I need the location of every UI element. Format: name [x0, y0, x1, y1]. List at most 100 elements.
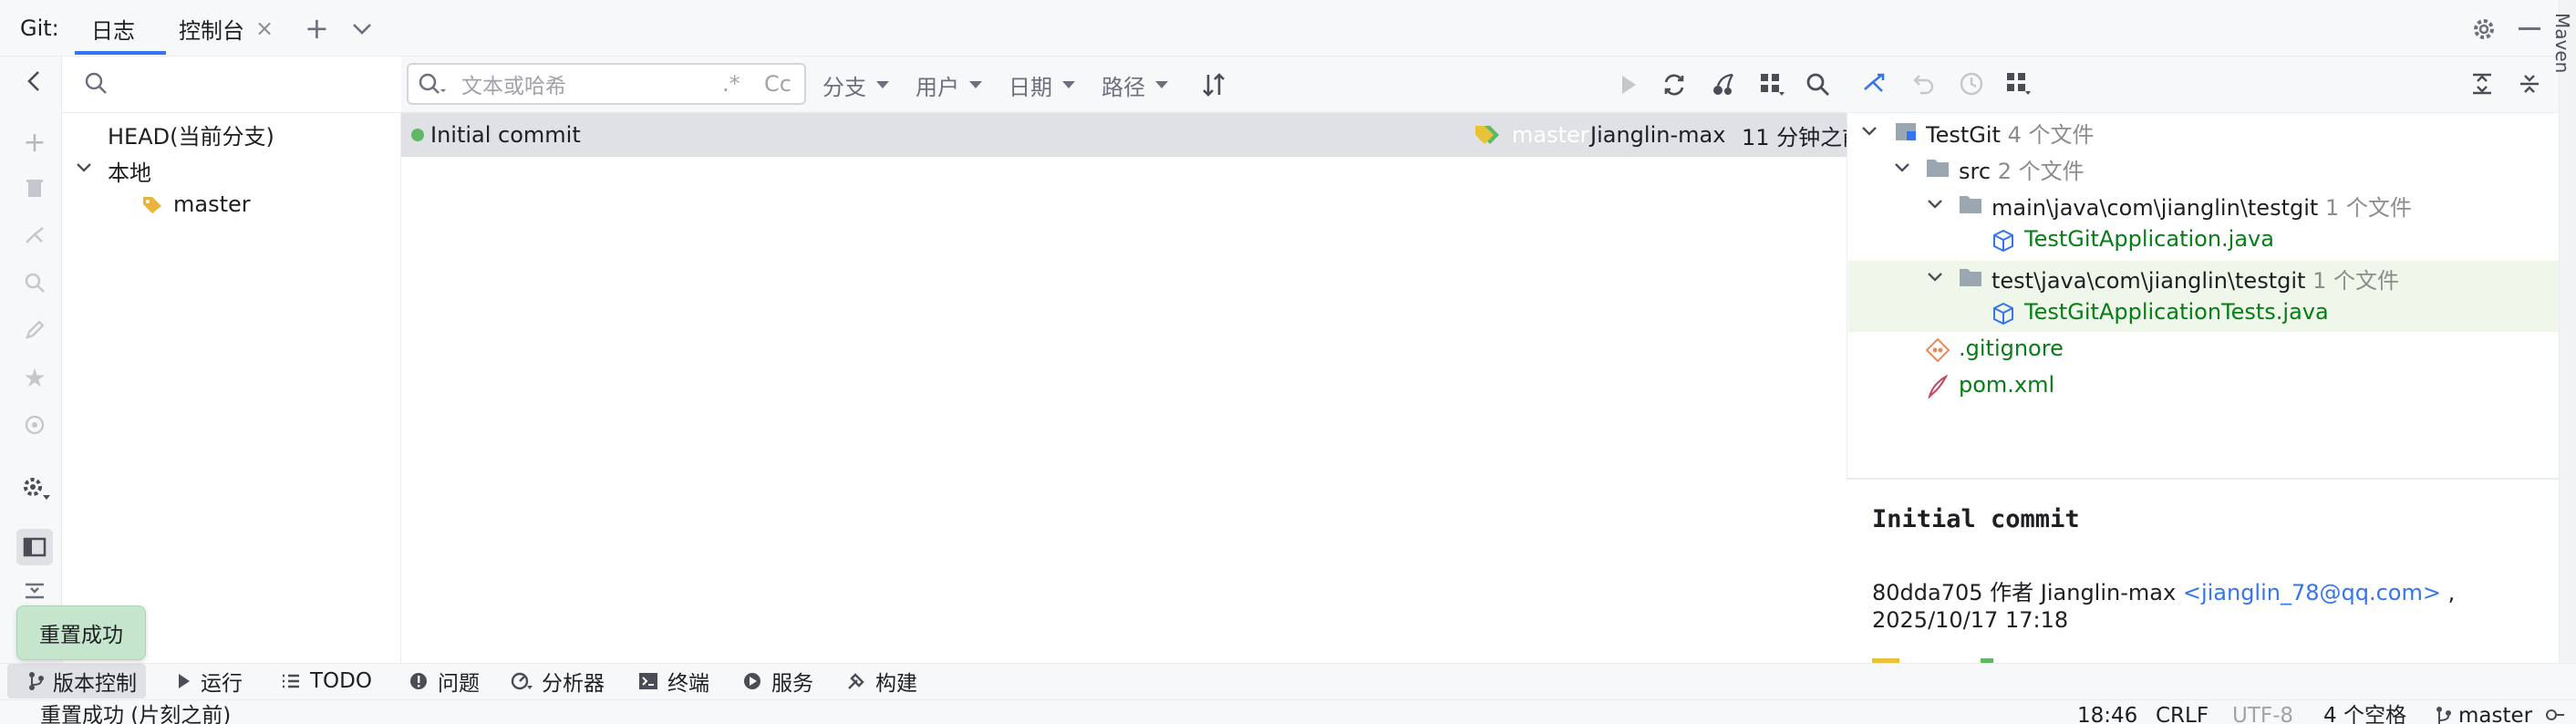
tree-src-count: 2 个文件 [1997, 159, 2085, 184]
expand-all-icon[interactable] [20, 576, 49, 605]
tab-console[interactable]: 控制台 [179, 0, 244, 57]
maven-tool-window-button[interactable]: Maven [2551, 13, 2573, 73]
status-branch[interactable]: master [2458, 704, 2532, 724]
status-message[interactable]: 重置成功 (片刻之前) [40, 704, 231, 724]
minimize-icon[interactable] [2519, 27, 2540, 30]
lock-icon[interactable] [2544, 708, 2568, 724]
tool-vcs-label: 版本控制 [53, 672, 137, 696]
commit-author: Jianglin-max [1590, 122, 1726, 148]
tool-problems-label: 问题 [438, 672, 480, 696]
tool-terminal[interactable]: 终端 [638, 663, 709, 699]
new-branch-icon[interactable]: + [22, 127, 47, 159]
tree-test-dir[interactable]: test\java\com\jianglin\testgit 1 个文件 [1991, 263, 2399, 295]
tool-build[interactable]: 构建 [846, 663, 917, 699]
show-diff-icon[interactable] [1860, 69, 1889, 98]
tree-root[interactable]: TestGit 4 个文件 [1926, 117, 2094, 149]
tree-main-dir[interactable]: main\java\com\jianglin\testgit 1 个文件 [1991, 190, 2412, 222]
search-history-icon[interactable] [416, 70, 449, 98]
trash-icon[interactable] [22, 175, 47, 201]
collapse-left-icon[interactable] [20, 67, 47, 95]
tree-test-file[interactable]: TestGitApplicationTests.java [2024, 299, 2329, 325]
commit-time: 11 分钟之前 [1742, 124, 1847, 150]
tree-main-file[interactable]: TestGitApplication.java [2024, 226, 2274, 252]
tree-main-dir-count: 1 个文件 [2324, 195, 2412, 221]
filter-path[interactable]: 路径 [1102, 57, 1169, 113]
filter-date-label: 日期 [1009, 74, 1052, 100]
history-icon[interactable] [1957, 69, 1986, 98]
chevron-down-icon[interactable] [1858, 120, 1880, 142]
branch-group-local[interactable]: 本地 [108, 155, 151, 187]
chevron-down-icon[interactable] [1924, 193, 1946, 215]
filter-branch[interactable]: 分支 [822, 57, 890, 113]
filter-path-label: 路径 [1102, 74, 1145, 100]
tool-services-label: 服务 [771, 672, 813, 696]
tree-pom[interactable]: pom.xml [1959, 372, 2054, 398]
log-search-placeholder: 文本或哈希 [461, 75, 566, 98]
edit-icon[interactable] [22, 317, 47, 343]
chevron-down-icon[interactable] [348, 16, 376, 43]
search-icon[interactable] [1804, 70, 1833, 99]
merge-icon[interactable] [22, 222, 47, 248]
tree-gitignore[interactable]: .gitignore [1959, 336, 2064, 361]
regex-toggle[interactable]: .* [722, 67, 740, 100]
star-icon[interactable]: ★ [22, 363, 47, 393]
add-tab-icon[interactable]: + [305, 0, 329, 57]
revert-icon[interactable] [1909, 69, 1939, 98]
chevron-down-icon[interactable] [1924, 266, 1946, 288]
active-tab-underline [75, 51, 166, 55]
expand-all-icon[interactable] [2467, 69, 2497, 98]
locate-icon[interactable] [22, 412, 47, 438]
status-indent[interactable]: 4 个空格 [2323, 704, 2406, 724]
tool-problems[interactable]: 问题 [409, 663, 480, 699]
vcs-branch-icon [2435, 706, 2453, 724]
tool-window-bar [0, 663, 2576, 699]
filter-user[interactable]: 用户 [916, 57, 983, 113]
run-icon[interactable] [1614, 70, 1643, 99]
sort-icon[interactable] [1198, 69, 1229, 100]
changes-toolbar [1847, 57, 2576, 113]
tab-log[interactable]: 日志 [91, 0, 135, 57]
tree-src-name: src [1959, 159, 1991, 184]
layout-options-icon[interactable] [1758, 70, 1787, 99]
status-encoding[interactable]: UTF-8 [2232, 704, 2293, 724]
tool-todo[interactable]: TODO [281, 663, 372, 699]
search-icon [82, 69, 109, 97]
filter-date[interactable]: 日期 [1009, 57, 1076, 113]
folder-icon [1957, 191, 1984, 217]
tool-run-label: 运行 [201, 672, 243, 696]
search-icon[interactable] [22, 270, 47, 295]
settings-dropdown-icon[interactable] [20, 472, 53, 505]
collapse-all-icon[interactable] [2515, 69, 2544, 98]
branch-search-field[interactable] [62, 57, 401, 113]
refresh-icon[interactable] [1660, 70, 1689, 99]
notification-balloon[interactable]: 重置成功 [16, 605, 146, 660]
chevron-down-icon[interactable] [1891, 157, 1913, 179]
details-email-link[interactable]: <jianglin_78@qq.com> [2183, 580, 2441, 605]
status-time[interactable]: 18:46 [2077, 704, 2137, 724]
chevron-down-icon[interactable] [73, 157, 95, 179]
tool-window-title: Git: [20, 16, 59, 41]
status-line-separator[interactable]: CRLF [2156, 704, 2209, 724]
cherry-pick-icon[interactable] [1709, 70, 1738, 99]
commit-log-table [401, 113, 1847, 663]
tool-run[interactable]: 运行 [177, 663, 243, 699]
right-tool-stripe [2559, 0, 2576, 663]
match-case-toggle[interactable]: Cc [764, 67, 791, 100]
tool-vcs[interactable]: 版本控制 [27, 663, 137, 699]
tool-services[interactable]: 服务 [742, 663, 813, 699]
filter-branch-label: 分支 [822, 74, 866, 100]
details-title: Initial commit [1872, 505, 2080, 533]
branch-head[interactable]: HEAD(当前分支) [108, 119, 274, 150]
branch-master[interactable]: master [173, 191, 251, 217]
details-comma: , [2447, 580, 2456, 605]
tool-profiler[interactable]: 分析器 [511, 663, 605, 699]
tool-window-header [0, 0, 2576, 57]
tool-terminal-label: 终端 [667, 672, 709, 696]
filter-user-label: 用户 [916, 74, 959, 100]
tab-close-icon[interactable]: × [255, 0, 274, 57]
details-hash-author: 80dda705 作者 Jianglin-max [1872, 580, 2177, 605]
branches-panel-icon[interactable] [20, 533, 49, 562]
tree-src[interactable]: src 2 个文件 [1959, 153, 2085, 185]
gear-icon[interactable] [2469, 15, 2498, 44]
group-by-icon[interactable] [2004, 69, 2033, 98]
